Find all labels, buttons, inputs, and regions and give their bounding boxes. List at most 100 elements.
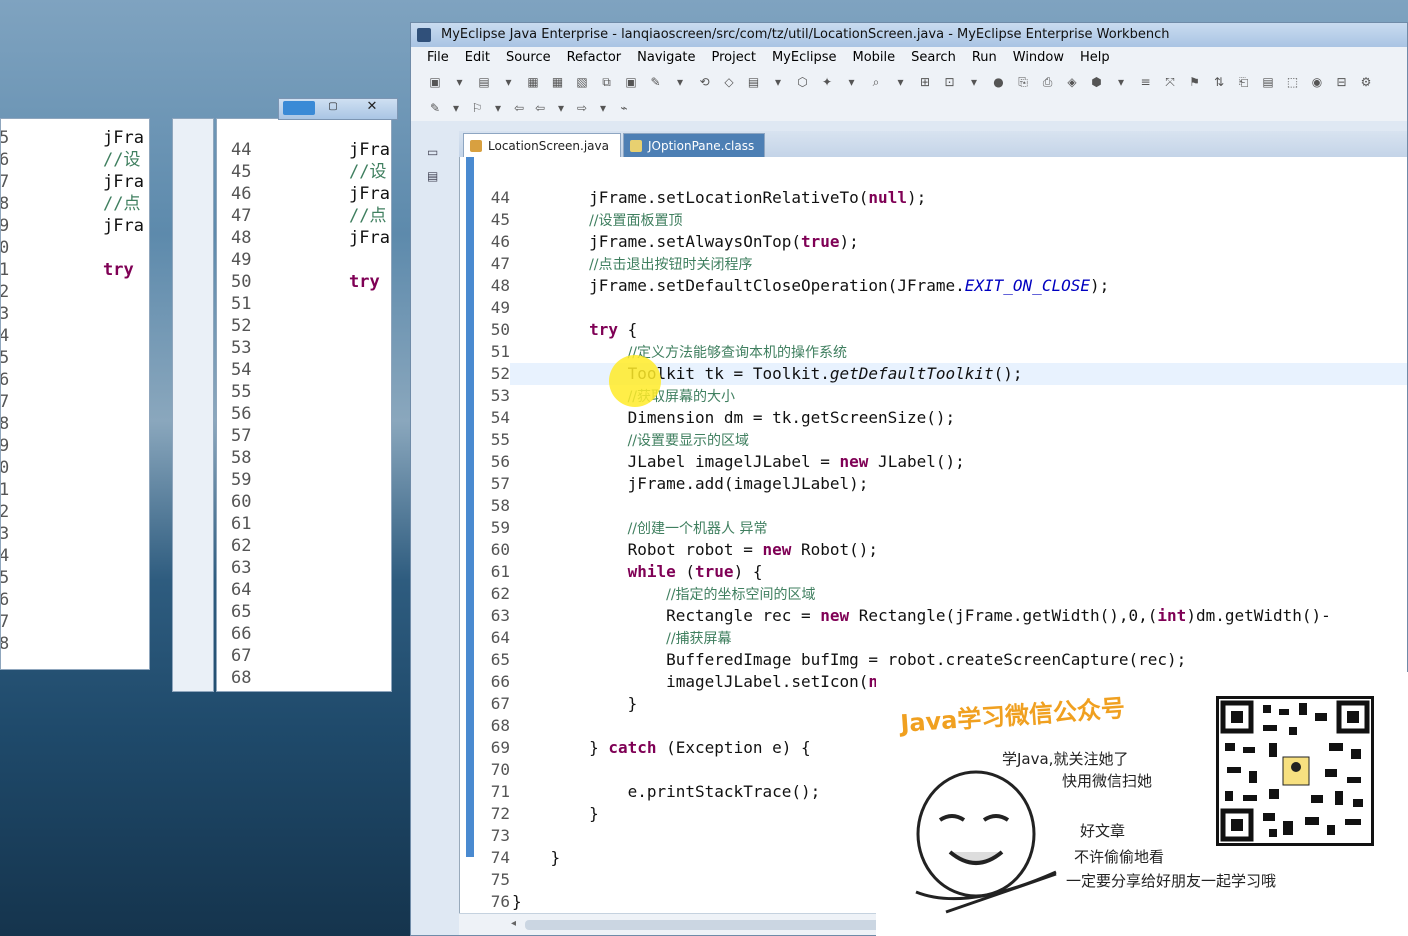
toolbar-icon[interactable]: ▾: [893, 74, 909, 90]
toolbar-icon[interactable]: ▤: [1260, 74, 1276, 90]
menu-file[interactable]: File: [421, 47, 455, 69]
toolbar-icon[interactable]: ⬡: [795, 74, 811, 90]
menu-refactor[interactable]: Refactor: [561, 47, 628, 69]
change-ruler: [466, 157, 474, 857]
toolbar-icon[interactable]: ✦: [819, 74, 835, 90]
code-line[interactable]: jFrame.add(imagelJLabel);: [512, 473, 869, 495]
scroll-left-icon[interactable]: ◂: [511, 918, 516, 929]
menu-window[interactable]: Window: [1007, 47, 1070, 69]
code-line[interactable]: try {: [512, 319, 637, 341]
tab-locationscreen[interactable]: LocationScreen.java: [463, 133, 621, 157]
code-line[interactable]: //点击退出按钮时关闭程序: [512, 253, 752, 275]
nav-toolbar-icon[interactable]: ✎: [427, 100, 443, 116]
maximize-button[interactable]: ▢: [321, 101, 345, 115]
outline-icon[interactable]: ▤: [427, 169, 438, 183]
code-line[interactable]: JLabel imagelJLabel = new JLabel();: [512, 451, 965, 473]
toolbar-icon[interactable]: ⊡: [942, 74, 958, 90]
code-line[interactable]: } catch (Exception e) {: [512, 737, 811, 759]
toolbar-icon[interactable]: ▧: [574, 74, 590, 90]
code-line[interactable]: }: [512, 847, 561, 869]
code-line[interactable]: }: [512, 803, 599, 825]
nav-toolbar-icon[interactable]: ⇦: [532, 100, 548, 116]
menu-source[interactable]: Source: [500, 47, 557, 69]
toolbar-icon[interactable]: ✎: [648, 74, 664, 90]
toolbar-icon[interactable]: ⊞: [917, 74, 933, 90]
toolbar-icon[interactable]: ⎙: [1040, 74, 1056, 90]
toolbar-icon[interactable]: ▣: [623, 74, 639, 90]
code-line[interactable]: }: [512, 693, 638, 715]
secondary-toolbar: ✎ ▾ ⚐ ▾ ⇦ ⇦ ▾ ⇨ ▾ ⌁: [411, 95, 1407, 121]
code-line[interactable]: //创建一个机器人 异常: [512, 517, 768, 539]
code-line[interactable]: //设置要显示的区域: [512, 429, 749, 451]
line-number: 76: [490, 892, 510, 911]
toolbar-icon[interactable]: ⧉: [599, 74, 615, 90]
toolbar-icon[interactable]: ▤: [746, 74, 762, 90]
code-line[interactable]: //定义方法能够查询本机的操作系统: [512, 341, 847, 363]
menu-myeclipse[interactable]: MyEclipse: [766, 47, 843, 69]
toolbar-icon[interactable]: ⬢: [1089, 74, 1105, 90]
menu-edit[interactable]: Edit: [459, 47, 496, 69]
toolbar-icon[interactable]: ⟲: [697, 74, 713, 90]
toolbar-icon[interactable]: ⤧: [1162, 74, 1178, 90]
code-line[interactable]: Rectangle rec = new Rectangle(jFrame.get…: [512, 605, 1331, 627]
code-line[interactable]: jFrame.setAlwaysOnTop(true);: [512, 231, 859, 253]
toolbar-icon[interactable]: ⊟: [1334, 74, 1350, 90]
toolbar-icon[interactable]: ▤: [476, 74, 492, 90]
toolbar-icon[interactable]: ⌕: [868, 74, 884, 90]
toolbar-icon[interactable]: ▦: [525, 74, 541, 90]
toolbar-icon[interactable]: ◈: [1064, 74, 1080, 90]
restore-icon[interactable]: ▭: [427, 145, 438, 159]
toolbar-icon[interactable]: ⚙: [1358, 74, 1374, 90]
scroll-thumb[interactable]: [525, 920, 885, 930]
nav-toolbar-icon[interactable]: ⇦: [511, 100, 527, 116]
tab-joptionpane[interactable]: JOptionPane.class: [623, 133, 765, 157]
toolbar-icon[interactable]: ▾: [452, 74, 468, 90]
line-number: 54: [490, 408, 510, 427]
toolbar-icon[interactable]: ▣: [427, 74, 443, 90]
minimize-button[interactable]: [283, 101, 315, 115]
menu-project[interactable]: Project: [705, 47, 761, 69]
nav-toolbar-icon[interactable]: ▾: [490, 100, 506, 116]
line-number: 48: [490, 276, 510, 295]
code-line[interactable]: Toolkit tk = Toolkit.getDefaultToolkit()…: [512, 363, 1023, 385]
toolbar-icon[interactable]: ◉: [1309, 74, 1325, 90]
menu-run[interactable]: Run: [966, 47, 1003, 69]
toolbar-icon[interactable]: ▾: [770, 74, 786, 90]
toolbar-icon[interactable]: ⚑: [1187, 74, 1203, 90]
nav-toolbar-icon[interactable]: ⇨: [574, 100, 590, 116]
toolbar-icon[interactable]: ⎗: [1236, 74, 1252, 90]
code-line[interactable]: //指定的坐标空间的区域: [512, 583, 815, 605]
nav-toolbar-icon[interactable]: ▾: [595, 100, 611, 116]
toolbar-icon[interactable]: ●: [991, 74, 1007, 90]
toolbar-icon[interactable]: ⎘: [1015, 74, 1031, 90]
code-line[interactable]: //设置面板置顶: [512, 209, 682, 231]
toolbar-icon[interactable]: ▾: [966, 74, 982, 90]
nav-toolbar-icon[interactable]: ⚐: [469, 100, 485, 116]
toolbar-icon[interactable]: ▾: [672, 74, 688, 90]
close-button[interactable]: ✕: [355, 99, 389, 117]
code-line[interactable]: jFrame.setDefaultCloseOperation(JFrame.E…: [512, 275, 1109, 297]
code-line[interactable]: Robot robot = new Robot();: [512, 539, 878, 561]
toolbar-icon[interactable]: ⇅: [1211, 74, 1227, 90]
nav-toolbar-icon[interactable]: ▾: [448, 100, 464, 116]
menu-help[interactable]: Help: [1074, 47, 1116, 69]
code-line[interactable]: e.printStackTrace();: [512, 781, 821, 803]
code-line[interactable]: Dimension dm = tk.getScreenSize();: [512, 407, 956, 429]
toolbar-icon[interactable]: ▦: [550, 74, 566, 90]
toolbar-icon[interactable]: ◇: [721, 74, 737, 90]
code-line[interactable]: while (true) {: [512, 561, 763, 583]
toolbar-icon[interactable]: ▾: [844, 74, 860, 90]
toolbar-icon[interactable]: ▾: [501, 74, 517, 90]
toolbar-icon[interactable]: ▾: [1113, 74, 1129, 90]
code-line[interactable]: jFrame.setLocationRelativeTo(null);: [512, 187, 926, 209]
nav-toolbar-icon[interactable]: ▾: [553, 100, 569, 116]
toolbar-icon[interactable]: ⬚: [1285, 74, 1301, 90]
menu-mobile[interactable]: Mobile: [846, 47, 901, 69]
toolbar-icon[interactable]: ≡: [1138, 74, 1154, 90]
menu-search[interactable]: Search: [905, 47, 962, 69]
menu-navigate[interactable]: Navigate: [631, 47, 701, 69]
code-line[interactable]: BufferedImage bufImg = robot.createScree…: [512, 649, 1186, 671]
nav-toolbar-icon[interactable]: ⌁: [616, 100, 632, 116]
code-line[interactable]: //捕获屏幕: [512, 627, 731, 649]
code-line[interactable]: }: [512, 891, 522, 913]
